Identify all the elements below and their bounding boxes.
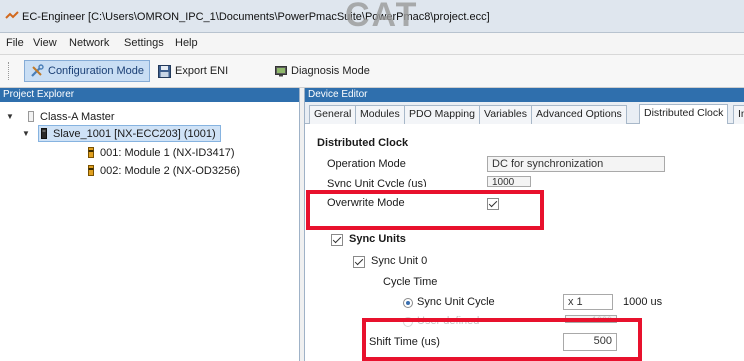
sync-units-label: Sync Units <box>349 233 406 245</box>
master-node-icon <box>28 111 34 122</box>
menu-settings[interactable]: Settings <box>124 37 164 49</box>
menu-bar: File View Network Settings Help <box>0 33 744 55</box>
tab-variables[interactable]: Variables <box>479 105 532 124</box>
tab-distributed-clock[interactable]: Distributed Clock <box>639 104 729 124</box>
cycle-multiplier-select[interactable]: x 1 <box>563 294 613 310</box>
operation-mode-select[interactable]: DC for synchronization <box>487 156 665 172</box>
tab-pdo-mapping[interactable]: PDO Mapping <box>404 105 480 124</box>
tree-item-master-label: Class-A Master <box>40 110 115 123</box>
sync-unit-cycle-label: Sync Unit Cycle (us) <box>327 178 427 187</box>
device-editor-header: Device Editor <box>305 88 744 102</box>
project-explorer-panel: Project Explorer ▼ Class-A Master ▼ Slav… <box>0 88 300 361</box>
sync-unit-cycle-radio[interactable] <box>403 298 413 308</box>
module-node-icon <box>88 147 94 158</box>
expand-arrow-icon[interactable]: ▼ <box>22 129 32 138</box>
cycle-value-text: 1000 us <box>623 296 663 308</box>
sync-unit-0-label: Sync Unit 0 <box>371 255 428 267</box>
tab-general[interactable]: General <box>309 105 357 124</box>
diagnosis-icon <box>275 66 287 77</box>
section-title: Distributed Clock <box>317 137 409 149</box>
background-ghost-text: CAT <box>345 0 419 34</box>
app-icon <box>5 11 19 19</box>
sync-units-checkbox[interactable] <box>331 234 343 246</box>
slave-node-icon <box>41 128 47 139</box>
highlight-overwrite-mode <box>306 190 544 230</box>
configuration-mode-button[interactable]: Configuration Mode <box>24 60 151 82</box>
cycle-time-label: Cycle Time <box>383 276 438 288</box>
menu-file[interactable]: File <box>6 37 24 49</box>
diagnosis-mode-label: Diagnosis Mode <box>291 65 370 77</box>
tree-item-slave[interactable]: ▼ Slave_1001 [NX-ECC203] (1001) <box>22 125 221 142</box>
export-eni-label: Export ENI <box>175 65 229 77</box>
save-disk-icon <box>158 64 171 78</box>
export-eni-button[interactable]: Export ENI <box>153 60 233 82</box>
configuration-tools-icon <box>31 64 44 77</box>
title-bar: EC-Engineer [C:\Users\OMRON_IPC_1\Docume… <box>0 0 744 34</box>
device-editor-tabs: General Modules PDO Mapping Variables Ad… <box>305 102 744 124</box>
expand-arrow-icon[interactable]: ▼ <box>6 112 16 121</box>
tab-advanced-options[interactable]: Advanced Options <box>531 105 627 124</box>
menu-view[interactable]: View <box>33 37 57 49</box>
tree-item-module[interactable]: 002: Module 2 (NX-OD3256) <box>88 162 240 179</box>
operation-mode-label: Operation Mode <box>327 158 406 170</box>
tree-item-module-label: 002: Module 2 (NX-OD3256) <box>100 164 241 177</box>
sync-unit-0-checkbox[interactable] <box>353 256 365 268</box>
tree-item-master[interactable]: ▼ Class-A Master <box>6 108 115 125</box>
toolbar: Configuration Mode Export ENI Diagnosis … <box>0 55 744 88</box>
module-node-icon <box>88 165 94 176</box>
menu-network[interactable]: Network <box>69 37 109 49</box>
tab-overflow[interactable]: In <box>733 105 744 124</box>
tab-modules[interactable]: Modules <box>355 105 405 124</box>
menu-help[interactable]: Help <box>175 37 198 49</box>
sync-unit-cycle-radio-label: Sync Unit Cycle <box>417 296 495 308</box>
project-explorer-header: Project Explorer <box>0 88 299 102</box>
window-title: EC-Engineer [C:\Users\OMRON_IPC_1\Docume… <box>22 11 490 23</box>
sync-unit-cycle-field[interactable]: 1000 <box>487 176 531 187</box>
diagnosis-mode-button[interactable]: Diagnosis Mode <box>270 60 375 82</box>
tree-item-module[interactable]: 001: Module 1 (NX-ID3417) <box>88 144 235 161</box>
highlight-shift-time <box>362 318 642 361</box>
configuration-mode-label: Configuration Mode <box>48 65 145 77</box>
toolbar-grip <box>8 62 10 80</box>
tree-item-module-label: 001: Module 1 (NX-ID3417) <box>100 146 235 159</box>
tree-item-slave-label: Slave_1001 [NX-ECC203] (1001) <box>53 127 216 140</box>
